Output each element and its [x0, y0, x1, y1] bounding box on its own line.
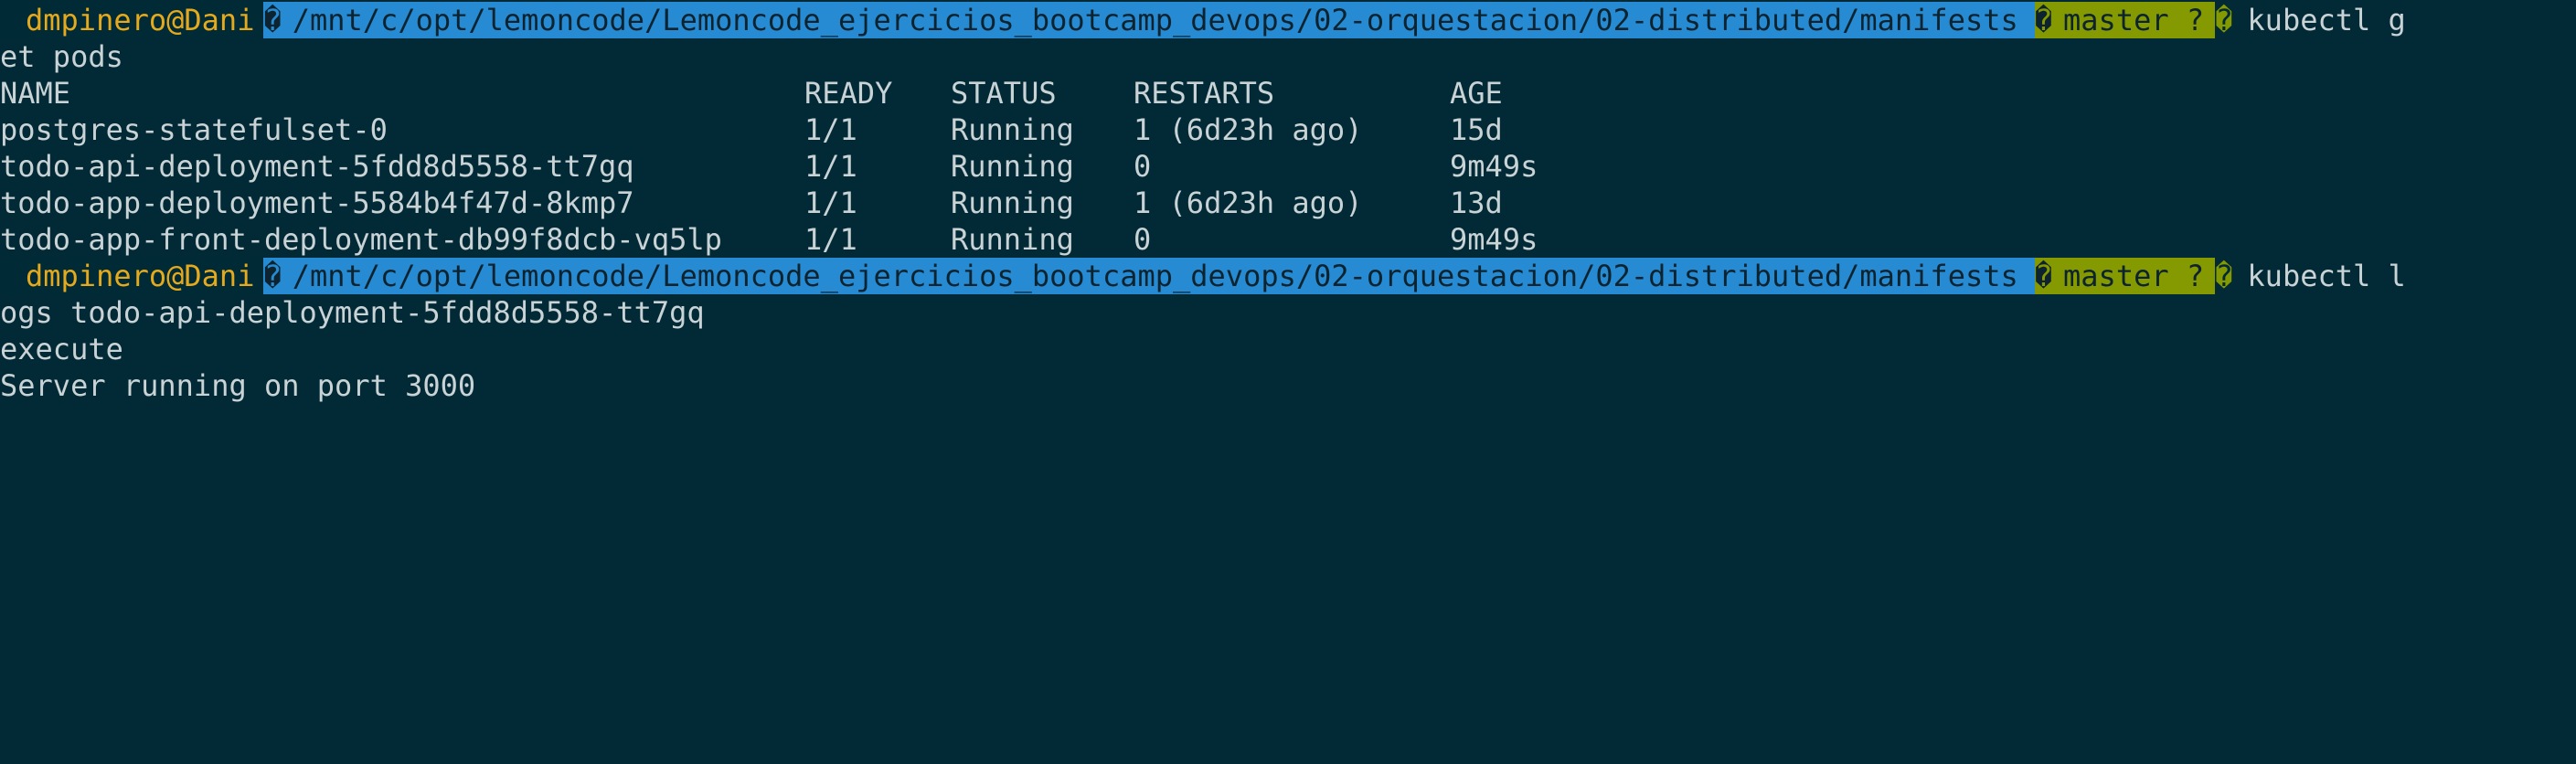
pod-restarts: 1 (6d23h ago) [1134, 112, 1363, 147]
pod-ready: 1/1 [804, 149, 857, 184]
pod-ready: 1/1 [804, 222, 857, 257]
git-branch-icon: � [2034, 259, 2053, 293]
pod-name: todo-app-front-deployment-db99f8dcb-vq5l… [0, 222, 722, 257]
pod-restarts: 0 [1134, 222, 1152, 257]
command-text: kubectl l [2247, 259, 2406, 293]
prompt-path-segment: � /mnt/c/opt/lemoncode/Lemoncode_ejercic… [263, 2, 2035, 38]
prompt-path-segment: � /mnt/c/opt/lemoncode/Lemoncode_ejercic… [263, 258, 2035, 294]
pod-status: Running [951, 186, 1074, 220]
table-row: postgres-statefulset-0 1/1 Running 1 (6d… [0, 111, 2576, 148]
pod-age: 15d [1450, 112, 1503, 147]
shell-prompt: dmpinero@Dani � /mnt/c/opt/lemoncode/Lem… [0, 2, 2576, 38]
command-continuation: et pods [0, 39, 123, 74]
column-header-status: STATUS [951, 76, 1057, 111]
powerline-separator-icon: � [263, 3, 282, 37]
prompt-git-segment: � master ? [2034, 258, 2216, 294]
column-header-restarts: RESTARTS [1134, 76, 1275, 111]
prompt-path: /mnt/c/opt/lemoncode/Lemoncode_ejercicio… [292, 3, 2018, 37]
pod-status: Running [951, 149, 1074, 184]
powerline-separator-icon: � [263, 259, 282, 293]
git-branch-icon: � [2034, 3, 2053, 37]
pod-name: todo-app-deployment-5584b4f47d-8kmp7 [0, 186, 634, 220]
prompt-user-host: dmpinero@Dani [0, 2, 264, 38]
pod-name: postgres-statefulset-0 [0, 112, 388, 147]
prompt-path: /mnt/c/opt/lemoncode/Lemoncode_ejercicio… [292, 259, 2018, 293]
prompt-git-branch: master ? [2063, 3, 2205, 37]
terminal-window[interactable]: dmpinero@Dani � /mnt/c/opt/lemoncode/Lem… [0, 0, 2576, 405]
powerline-end-icon: � [2215, 259, 2233, 293]
prompt-git-branch: master ? [2063, 259, 2205, 293]
column-header-age: AGE [1450, 76, 1503, 111]
table-row: todo-app-front-deployment-db99f8dcb-vq5l… [0, 221, 2576, 258]
column-header-ready: READY [804, 76, 893, 111]
pod-ready: 1/1 [804, 112, 857, 147]
log-line: Server running on port 3000 [0, 368, 476, 403]
prompt-user-host: dmpinero@Dani [0, 258, 264, 294]
pod-status: Running [951, 112, 1074, 147]
command-continuation: ogs todo-api-deployment-5fdd8d5558-tt7gq [0, 295, 705, 330]
pods-table-header: NAME READY STATUS RESTARTS AGE [0, 75, 2576, 111]
table-row: todo-app-deployment-5584b4f47d-8kmp7 1/1… [0, 185, 2576, 221]
shell-prompt: dmpinero@Dani � /mnt/c/opt/lemoncode/Lem… [0, 258, 2576, 294]
table-row: todo-api-deployment-5fdd8d5558-tt7gq 1/1… [0, 148, 2576, 185]
pod-restarts: 1 (6d23h ago) [1134, 186, 1363, 220]
prompt-git-segment: � master ? [2034, 2, 2216, 38]
log-line: execute [0, 332, 123, 366]
pod-ready: 1/1 [804, 186, 857, 220]
pod-age: 13d [1450, 186, 1503, 220]
pod-age: 9m49s [1450, 222, 1538, 257]
pod-restarts: 0 [1134, 149, 1152, 184]
pod-name: todo-api-deployment-5fdd8d5558-tt7gq [0, 149, 634, 184]
pod-status: Running [951, 222, 1074, 257]
pod-age: 9m49s [1450, 149, 1538, 184]
column-header-name: NAME [0, 76, 71, 111]
powerline-end-icon: � [2215, 3, 2233, 37]
command-text: kubectl g [2247, 3, 2406, 37]
